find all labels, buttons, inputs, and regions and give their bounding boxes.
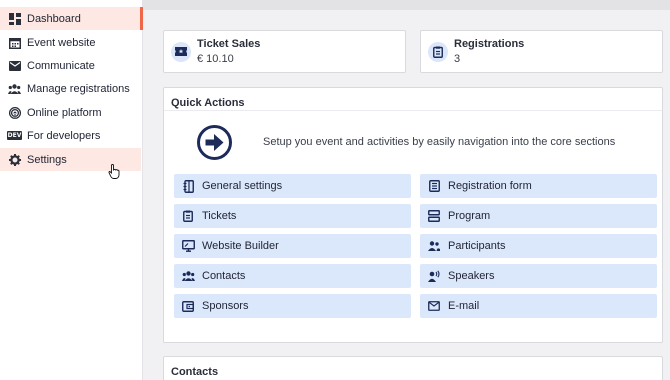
qa-website-builder-button[interactable]: Website Builder <box>174 234 411 258</box>
qa-label: Tickets <box>202 210 237 222</box>
qa-contacts-button[interactable]: Contacts <box>174 264 411 288</box>
qa-general-settings-button[interactable]: General settings <box>174 174 411 198</box>
qa-speakers-button[interactable]: Speakers <box>420 264 657 288</box>
hand-cursor-icon <box>108 164 120 179</box>
registrations-title: Registrations <box>454 38 525 50</box>
dev-icon: DEV <box>6 129 23 142</box>
contacts-title: Contacts <box>171 366 219 378</box>
main-content: Ticket Sales € 10.10 Registrations 3 Qui… <box>143 0 670 380</box>
notebook-icon <box>181 179 195 193</box>
top-bar <box>143 0 670 10</box>
qa-participants-button[interactable]: Participants <box>420 234 657 258</box>
sidebar-item-label: Dashboard <box>27 12 81 25</box>
sidebar-item-label: Manage registrations <box>27 82 130 95</box>
sidebar-item-communicate[interactable]: Communicate <box>0 54 141 77</box>
qa-label: Registration form <box>448 180 532 192</box>
people-icon <box>8 82 21 95</box>
qa-label: General settings <box>202 180 283 192</box>
ticket-sales-title: Ticket Sales <box>197 38 261 50</box>
arrow-circle-icon <box>197 125 232 160</box>
sidebar-item-for-developers[interactable]: DEV For developers <box>0 124 141 147</box>
qa-registration-form-button[interactable]: Registration form <box>420 174 657 198</box>
sidebar-item-label: Communicate <box>27 59 95 72</box>
ticket-sales-value: € 10.10 <box>197 53 234 65</box>
clipboard-icon <box>181 209 195 223</box>
form-icon <box>427 179 441 193</box>
qa-label: E-mail <box>448 300 480 312</box>
dev-badge: DEV <box>6 131 23 140</box>
qa-label: Participants <box>448 240 506 252</box>
qa-label: Program <box>448 210 491 222</box>
sidebar: Dashboard Event website Communicate Mana… <box>0 0 143 380</box>
sidebar-item-event-website[interactable]: Event website <box>0 31 141 54</box>
sidebar-item-manage-registrations[interactable]: Manage registrations <box>0 77 141 100</box>
qa-sponsors-button[interactable]: Sponsors <box>174 294 411 318</box>
contacts-panel: Contacts <box>163 356 663 380</box>
calendar-icon <box>8 36 21 49</box>
qa-label: Speakers <box>448 270 495 282</box>
ticket-icon <box>171 41 191 62</box>
sidebar-item-dashboard[interactable]: Dashboard <box>0 7 143 30</box>
sidebar-item-label: Online platform <box>27 106 102 119</box>
qa-tickets-button[interactable]: Tickets <box>174 204 411 228</box>
monitor-icon <box>181 239 195 253</box>
ticket-sales-card[interactable]: Ticket Sales € 10.10 <box>163 30 406 73</box>
mail-icon <box>427 299 441 313</box>
speaker-icon <box>427 269 441 283</box>
registrations-value: 3 <box>454 53 461 65</box>
gear-icon <box>8 153 21 166</box>
dashboard-icon <box>8 12 21 25</box>
sidebar-item-label: For developers <box>27 129 101 142</box>
qa-label: Contacts <box>202 270 246 282</box>
divider <box>164 110 662 111</box>
clipboard-icon <box>428 41 448 62</box>
sidebar-item-label: Settings <box>27 153 67 166</box>
mail-icon <box>8 59 21 72</box>
program-icon <box>427 209 441 223</box>
wallet-icon <box>181 299 195 313</box>
sidebar-item-label: Event website <box>27 36 96 49</box>
quick-actions-description: Setup you event and activities by easily… <box>263 136 616 148</box>
qa-label: Sponsors <box>202 300 249 312</box>
qa-email-button[interactable]: E-mail <box>420 294 657 318</box>
quick-actions-panel: Quick Actions Setup you event and activi… <box>163 87 663 343</box>
people-icon <box>427 239 441 253</box>
group-icon <box>181 269 195 283</box>
qa-program-button[interactable]: Program <box>420 204 657 228</box>
registrations-card[interactable]: Registrations 3 <box>420 30 663 73</box>
sidebar-item-online-platform[interactable]: Online platform <box>0 101 141 124</box>
qa-label: Website Builder <box>202 240 279 252</box>
quick-actions-title: Quick Actions <box>171 97 245 109</box>
broadcast-icon <box>8 106 21 119</box>
